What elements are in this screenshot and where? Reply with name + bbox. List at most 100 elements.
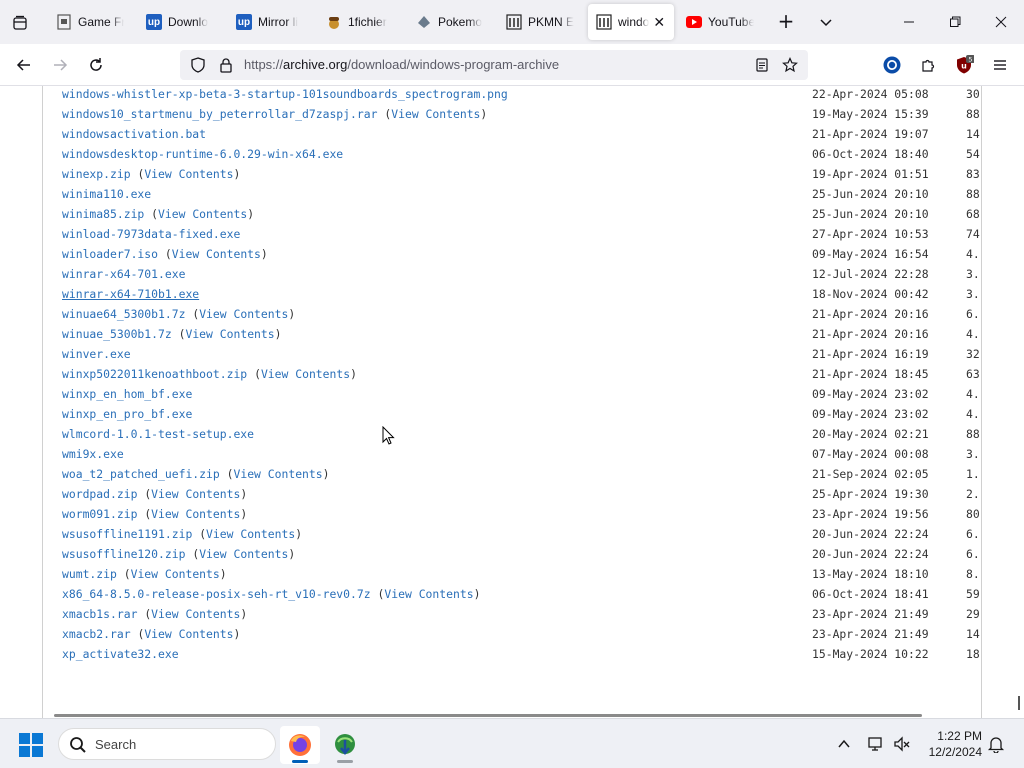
- file-link[interactable]: wumt.zip: [62, 564, 117, 584]
- file-date: 07-May-2024 00:08: [812, 447, 929, 461]
- view-contents-link[interactable]: View Contents: [199, 307, 288, 321]
- tab-7[interactable]: windo ✕: [588, 4, 674, 40]
- reload-button[interactable]: [82, 51, 110, 79]
- file-link[interactable]: winima85.zip: [62, 204, 144, 224]
- view-contents-link[interactable]: View Contents: [131, 567, 220, 581]
- new-tab-button[interactable]: +: [774, 10, 798, 34]
- file-link[interactable]: x86_64-8.5.0-release-posix-seh-rt_v10-re…: [62, 584, 371, 604]
- file-link[interactable]: winver.exe: [62, 344, 131, 364]
- file-row: winver.exe 21-Apr-2024 16:19 32: [62, 344, 982, 364]
- view-contents-link[interactable]: View Contents: [144, 167, 233, 181]
- view-contents-link[interactable]: View Contents: [199, 547, 288, 561]
- taskbar-search-box[interactable]: Search: [58, 728, 276, 760]
- file-link[interactable]: winima110.exe: [62, 184, 151, 204]
- network-icon[interactable]: [866, 734, 886, 754]
- reader-view-icon[interactable]: [752, 55, 772, 75]
- tracking-protection-shield-icon[interactable]: [188, 55, 208, 75]
- file-link[interactable]: wsusoffline120.zip: [62, 544, 185, 564]
- close-window-button[interactable]: [978, 0, 1024, 44]
- horizontal-scrollbar[interactable]: [54, 714, 922, 717]
- file-link[interactable]: winuae64_5300b1.7z: [62, 304, 185, 324]
- file-link[interactable]: xmacb2.rar: [62, 624, 131, 644]
- file-date: 27-Apr-2024 10:53: [812, 227, 929, 241]
- file-link[interactable]: winload-7973data-fixed.exe: [62, 224, 240, 244]
- view-contents-link[interactable]: View Contents: [172, 247, 261, 261]
- file-date: 18-Nov-2024 00:42: [812, 287, 929, 301]
- tab-overflow-chevron-icon[interactable]: [814, 10, 838, 34]
- tab-6[interactable]: PKMN E: [498, 4, 582, 40]
- view-contents-link[interactable]: View Contents: [206, 527, 295, 541]
- tab-4[interactable]: 1fichier: [318, 4, 402, 40]
- tab-1[interactable]: Game Fr: [48, 4, 132, 40]
- file-link[interactable]: woa_t2_patched_uefi.zip: [62, 464, 220, 484]
- view-contents-link[interactable]: View Contents: [144, 627, 233, 641]
- paren-open: (: [123, 567, 131, 581]
- file-date: 21-Apr-2024 16:19: [812, 347, 929, 361]
- file-date: 25-Apr-2024 19:30: [812, 487, 929, 501]
- file-link[interactable]: winloader7.iso: [62, 244, 158, 264]
- file-link[interactable]: winuae_5300b1.7z: [62, 324, 172, 344]
- file-size: 88: [966, 107, 980, 121]
- view-contents-link[interactable]: View Contents: [151, 607, 240, 621]
- file-link[interactable]: winxp5022011kenoathboot.zip: [62, 364, 247, 384]
- file-link[interactable]: winrar-x64-701.exe: [62, 264, 185, 284]
- ublock-origin-icon[interactable]: u5: [950, 51, 978, 79]
- file-row: winuae_5300b1.7z (View Contents) 21-Apr-20…: [62, 324, 982, 344]
- view-contents-link[interactable]: View Contents: [151, 507, 240, 521]
- close-tab-icon[interactable]: ✕: [653, 14, 665, 31]
- file-link[interactable]: winexp.zip: [62, 164, 131, 184]
- extensions-puzzle-icon[interactable]: [914, 51, 942, 79]
- view-contents-link[interactable]: View Contents: [261, 367, 350, 381]
- file-link[interactable]: wlmcord-1.0.1-test-setup.exe: [62, 424, 254, 444]
- file-row: xp_activate32.exe 15-May-2024 10:22 18: [62, 644, 982, 664]
- taskbar-firefox-icon[interactable]: [280, 726, 320, 764]
- view-contents-link[interactable]: View Contents: [151, 487, 240, 501]
- app-running-indicator: [337, 760, 353, 763]
- file-link[interactable]: worm091.zip: [62, 504, 137, 524]
- tab-list-icon[interactable]: [6, 9, 34, 37]
- view-contents-link[interactable]: View Contents: [384, 587, 473, 601]
- file-link[interactable]: windowsactivation.bat: [62, 124, 206, 144]
- file-link[interactable]: winrar-x64-710b1.exe: [62, 284, 199, 304]
- paren-close: ): [274, 327, 282, 341]
- firefox-account-icon[interactable]: [878, 51, 906, 79]
- file-link[interactable]: wordpad.zip: [62, 484, 137, 504]
- system-clock[interactable]: 1:22 PM 12/2/2024: [918, 728, 982, 760]
- view-contents-link[interactable]: View Contents: [158, 207, 247, 221]
- volume-muted-icon[interactable]: [892, 734, 912, 754]
- file-link[interactable]: winxp_en_pro_bf.exe: [62, 404, 192, 424]
- bookmark-star-icon[interactable]: [780, 55, 800, 75]
- file-row: wordpad.zip (View Contents) 25-Apr-2024 19…: [62, 484, 982, 504]
- maximize-button[interactable]: [932, 0, 978, 44]
- view-contents-link[interactable]: View Contents: [233, 467, 322, 481]
- url-text[interactable]: https://archive.org/download/windows-pro…: [244, 57, 559, 72]
- up-icon: up: [146, 14, 162, 30]
- file-link[interactable]: windows10_startmenu_by_peterrollar_d7zas…: [62, 104, 377, 124]
- show-hidden-icons-chevron-icon[interactable]: [834, 734, 854, 754]
- url-bar[interactable]: https://archive.org/download/windows-pro…: [180, 50, 808, 80]
- menu-hamburger-icon[interactable]: [986, 51, 1014, 79]
- file-link[interactable]: wsusoffline1191.zip: [62, 524, 192, 544]
- forward-button[interactable]: [46, 51, 74, 79]
- file-link[interactable]: windows-whistler-xp-beta-3-startup-101so…: [62, 86, 508, 104]
- tab-8[interactable]: YouTube: [678, 4, 762, 40]
- file-link[interactable]: wmi9x.exe: [62, 444, 124, 464]
- tab-title: YouTube: [708, 15, 754, 29]
- file-size: 80: [966, 507, 980, 521]
- vertical-scrollbar[interactable]: [1018, 696, 1020, 710]
- tab-5[interactable]: Pokemo: [408, 4, 492, 40]
- taskbar-internet-download-manager-icon[interactable]: [325, 726, 365, 764]
- tab-2[interactable]: up Downlo: [138, 4, 222, 40]
- file-link[interactable]: xmacb1s.rar: [62, 604, 137, 624]
- file-link[interactable]: windowsdesktop-runtime-6.0.29-win-x64.ex…: [62, 144, 343, 164]
- back-button[interactable]: [10, 51, 38, 79]
- minimize-button[interactable]: [886, 0, 932, 44]
- notifications-bell-icon[interactable]: [986, 734, 1006, 754]
- file-link[interactable]: winxp_en_hom_bf.exe: [62, 384, 192, 404]
- file-link[interactable]: xp_activate32.exe: [62, 644, 179, 664]
- view-contents-link[interactable]: View Contents: [391, 107, 480, 121]
- windows-start-icon[interactable]: [18, 732, 44, 758]
- view-contents-link[interactable]: View Contents: [185, 327, 274, 341]
- lock-icon[interactable]: [216, 55, 236, 75]
- tab-3[interactable]: up Mirror li: [228, 4, 312, 40]
